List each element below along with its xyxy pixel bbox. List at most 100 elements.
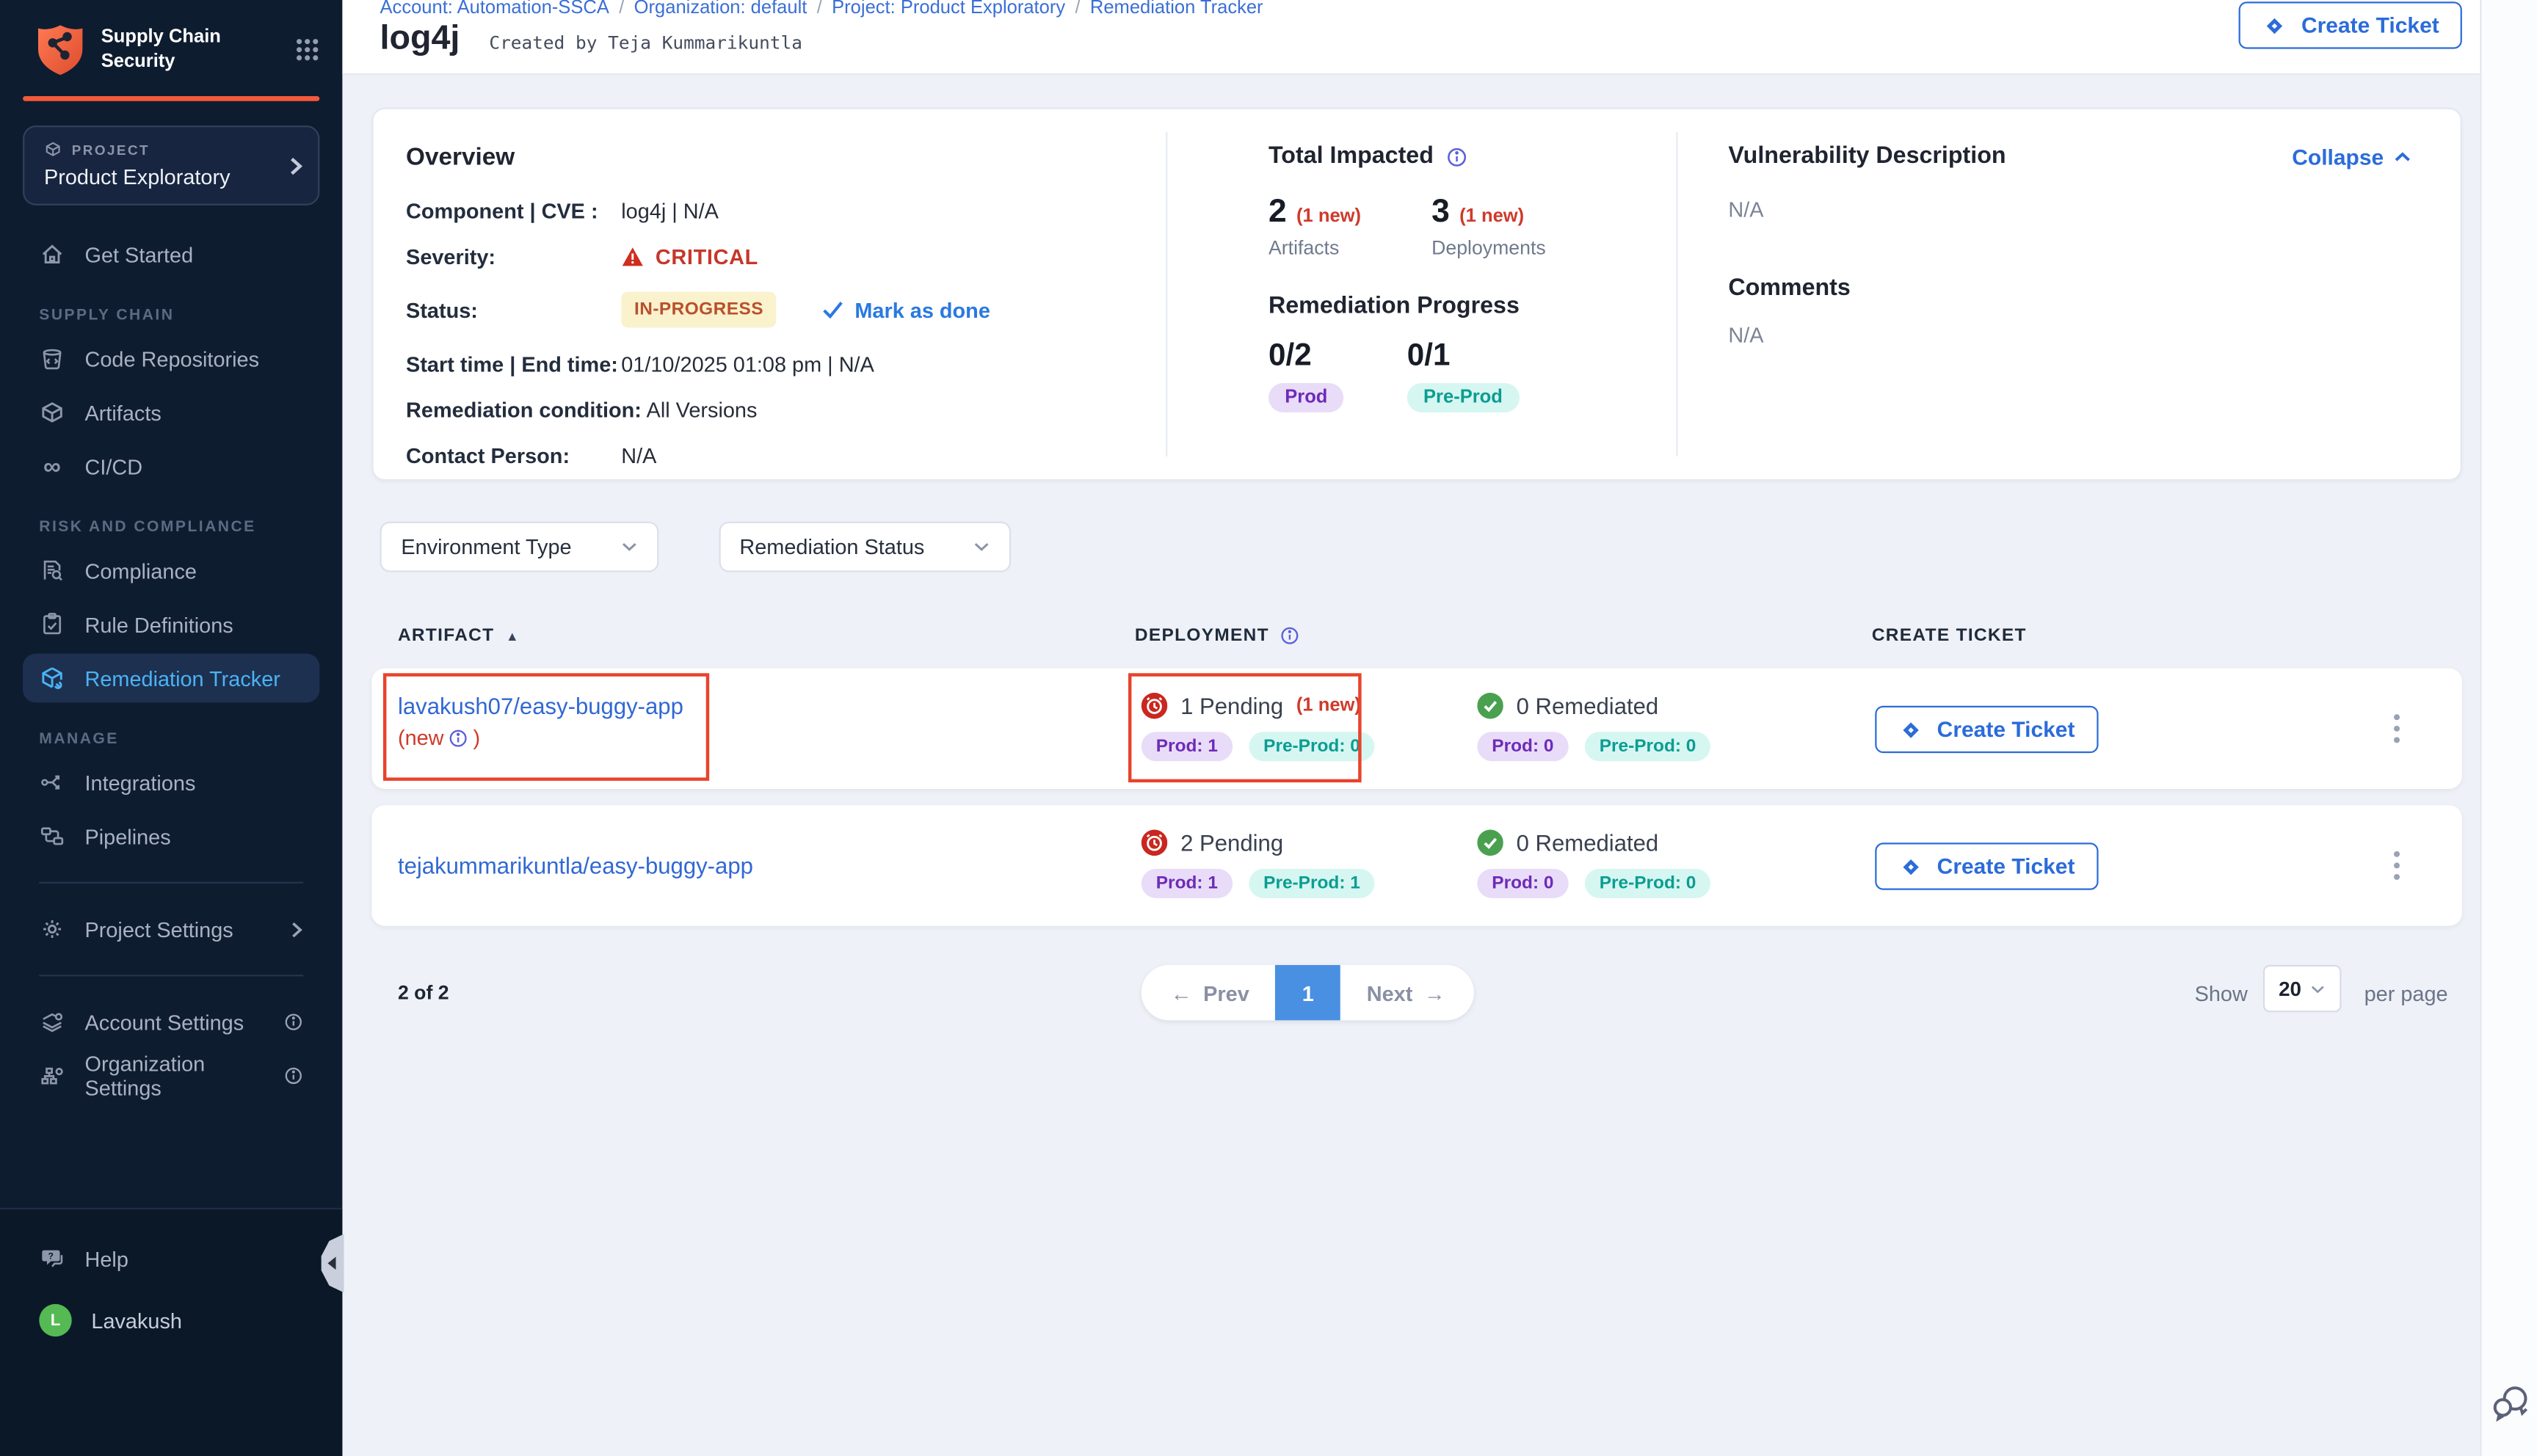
remediated-check-icon bbox=[1477, 693, 1503, 719]
package-wrench-icon bbox=[39, 665, 65, 691]
row-menu-kebab-icon[interactable] bbox=[2387, 845, 2407, 887]
arrow-left-icon: ← bbox=[1171, 980, 1192, 1005]
condition-label: Remediation condition: bbox=[406, 398, 642, 422]
sidebar-item-organization-settings[interactable]: Organization Settings bbox=[23, 1052, 319, 1101]
mark-as-done-button[interactable]: Mark as done bbox=[822, 297, 990, 321]
artifact-cell: lavakush07/easy-buggy-app (new ) bbox=[398, 691, 683, 753]
pending-preprod-badge: Pre-Prod: 0 bbox=[1249, 732, 1375, 761]
next-page-button[interactable]: Next → bbox=[1340, 980, 1475, 1005]
sidebar-item-pipelines[interactable]: Pipelines bbox=[23, 812, 319, 861]
impacted-artifacts-count: 2 bbox=[1268, 194, 1287, 231]
sidebar-item-get-started[interactable]: Get Started bbox=[23, 230, 319, 279]
prev-page-button[interactable]: ← Prev bbox=[1142, 980, 1276, 1005]
remediated-count: 0 Remediated bbox=[1517, 830, 1659, 856]
row-menu-kebab-icon[interactable] bbox=[2387, 707, 2407, 750]
contact-label: Contact Person: bbox=[406, 443, 621, 467]
artifact-link[interactable]: tejakummarikuntla/easy-buggy-app bbox=[398, 853, 753, 879]
artifact-new-marker: (new ) bbox=[398, 722, 480, 753]
cube-icon bbox=[39, 399, 65, 426]
column-header-artifact[interactable]: ARTIFACT ▲ bbox=[398, 626, 520, 646]
remediated-prod-badge: Prod: 0 bbox=[1477, 732, 1568, 761]
sidebar-item-remediation-tracker[interactable]: Remediation Tracker bbox=[23, 654, 319, 703]
page-number-active[interactable]: 1 bbox=[1275, 965, 1340, 1021]
remediated-preprod-badge: Pre-Prod: 0 bbox=[1585, 732, 1711, 761]
pending-prod-badge: Prod: 1 bbox=[1142, 732, 1233, 761]
overview-section: Overview Component | CVE : log4j | N/A S… bbox=[374, 109, 1166, 479]
section-manage: MANAGE bbox=[39, 730, 319, 748]
collapse-left-arrow-icon bbox=[327, 1256, 335, 1270]
avatar: L bbox=[39, 1304, 71, 1336]
column-header-create-ticket: CREATE TICKET bbox=[1872, 626, 2027, 646]
sidebar-item-help[interactable]: ? Help bbox=[23, 1234, 319, 1283]
sidebar-item-code-repositories[interactable]: Code Repositories bbox=[23, 334, 319, 383]
show-label: Show bbox=[2195, 981, 2248, 1005]
environment-type-filter[interactable]: Environment Type bbox=[380, 522, 658, 572]
create-ticket-button-row[interactable]: Create Ticket bbox=[1875, 842, 2097, 889]
details-section: Vulnerability Description Collapse N/A C… bbox=[1678, 109, 2461, 479]
chevron-right-icon bbox=[290, 920, 303, 938]
component-cve-label: Component | CVE : bbox=[406, 199, 621, 223]
remediated-preprod-badge: Pre-Prod: 0 bbox=[1585, 869, 1711, 898]
info-icon[interactable] bbox=[1447, 146, 1468, 167]
info-icon[interactable] bbox=[283, 1066, 303, 1086]
user-menu[interactable]: L Lavakush bbox=[23, 1296, 319, 1345]
contact-value: N/A bbox=[621, 443, 656, 467]
sidebar-item-rule-definitions[interactable]: Rule Definitions bbox=[23, 600, 319, 649]
app-title: Supply Chain Security bbox=[101, 26, 279, 73]
chevron-up-icon bbox=[2394, 150, 2411, 162]
sidebar-item-account-settings[interactable]: Account Settings bbox=[23, 997, 319, 1046]
sidebar-item-compliance[interactable]: Compliance bbox=[23, 546, 319, 595]
comments-value: N/A bbox=[1728, 323, 2411, 347]
pending-clock-icon bbox=[1142, 693, 1168, 719]
ticket-diamond-icon bbox=[2262, 12, 2289, 39]
pending-new-marker: (1 new) bbox=[1296, 696, 1361, 716]
sidebar-item-integrations[interactable]: Integrations bbox=[23, 758, 319, 807]
info-icon[interactable] bbox=[283, 1012, 303, 1032]
divider bbox=[39, 882, 303, 884]
breadcrumb-organization[interactable]: Organization: default bbox=[634, 0, 807, 18]
breadcrumb-remediation-tracker[interactable]: Remediation Tracker bbox=[1090, 0, 1263, 18]
right-gutter bbox=[2480, 0, 2537, 1456]
filter-bar: Environment Type Remediation Status bbox=[380, 522, 1012, 572]
gear-icon bbox=[39, 916, 65, 942]
artifact-link[interactable]: lavakush07/easy-buggy-app bbox=[398, 693, 683, 719]
page-title: log4j bbox=[380, 20, 460, 59]
remediated-count: 0 Remediated bbox=[1517, 693, 1659, 719]
create-ticket-button-header[interactable]: Create Ticket bbox=[2240, 1, 2462, 48]
status-badge: IN-PROGRESS bbox=[621, 292, 776, 328]
remediated-deployments-cell: 0 Remediated Prod: 0 Pre-Prod: 0 bbox=[1477, 693, 1710, 761]
preprod-badge: Pre-Prod bbox=[1407, 383, 1519, 412]
breadcrumb-project[interactable]: Project: Product Exploratory bbox=[832, 0, 1065, 18]
table-row: lavakush07/easy-buggy-app (new ) bbox=[371, 669, 2461, 789]
component-cve-value: log4j | N/A bbox=[621, 199, 719, 223]
support-chat-icon[interactable] bbox=[2490, 1382, 2533, 1424]
sidebar-item-artifacts[interactable]: Artifacts bbox=[23, 388, 319, 437]
time-value: 01/10/2025 01:08 pm | N/A bbox=[621, 352, 874, 376]
breadcrumb-separator: / bbox=[807, 0, 832, 18]
vulnerability-description-heading: Vulnerability Description bbox=[1728, 143, 2006, 170]
sidebar-item-cicd[interactable]: ∞ CI/CD bbox=[23, 442, 319, 491]
user-name: Lavakush bbox=[91, 1308, 182, 1332]
impacted-deployments-new: (1 new) bbox=[1459, 207, 1524, 227]
app-switcher-grid-icon[interactable] bbox=[295, 37, 319, 62]
create-ticket-button-row[interactable]: Create Ticket bbox=[1875, 706, 2097, 753]
sidebar-nav: Get Started SUPPLY CHAIN Code Repositori… bbox=[0, 205, 342, 1100]
remediation-status-filter[interactable]: Remediation Status bbox=[718, 522, 1011, 572]
per-page-label: per page bbox=[2364, 981, 2448, 1005]
breadcrumb-account[interactable]: Account: Automation-SSCA bbox=[380, 0, 609, 18]
code-repo-icon bbox=[39, 346, 65, 372]
page-size-select[interactable]: 20 bbox=[2263, 965, 2342, 1012]
project-selector[interactable]: PROJECT Product Exploratory bbox=[23, 125, 319, 205]
page-content: Overview Component | CVE : log4j | N/A S… bbox=[342, 75, 2480, 1456]
ticket-diamond-icon bbox=[1898, 853, 1924, 880]
divider bbox=[39, 975, 303, 976]
impacted-artifacts-caption: Artifacts bbox=[1268, 236, 1431, 259]
sidebar-item-project-settings[interactable]: Project Settings bbox=[23, 905, 319, 954]
breadcrumb-separator: / bbox=[1065, 0, 1090, 18]
collapse-button[interactable]: Collapse bbox=[2292, 145, 2411, 169]
info-icon[interactable] bbox=[449, 728, 468, 748]
layers-gear-icon bbox=[39, 1009, 65, 1035]
info-icon[interactable] bbox=[1280, 626, 1300, 646]
status-label: Status: bbox=[406, 297, 621, 321]
integration-node-icon bbox=[39, 769, 65, 796]
